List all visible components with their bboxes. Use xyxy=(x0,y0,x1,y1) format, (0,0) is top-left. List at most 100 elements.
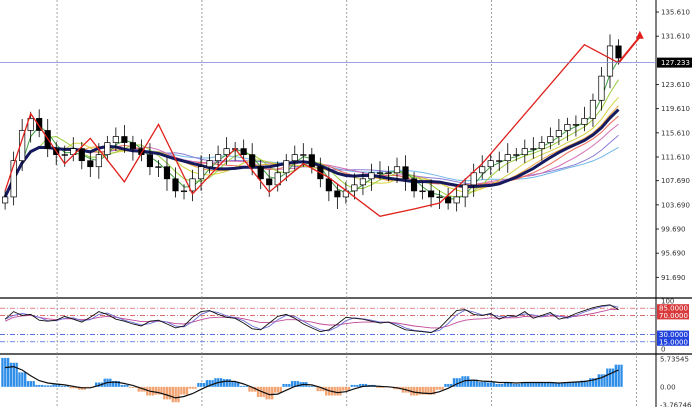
candle-body[interactable] xyxy=(223,148,230,155)
histogram-bar[interactable] xyxy=(478,382,481,387)
histogram-bar[interactable] xyxy=(32,381,35,387)
histogram-bar[interactable] xyxy=(38,384,41,387)
histogram-bar[interactable] xyxy=(4,357,7,387)
histogram-bar[interactable] xyxy=(290,381,294,387)
candle-body[interactable] xyxy=(146,154,154,168)
histogram-bar[interactable] xyxy=(492,382,495,387)
candle-body[interactable] xyxy=(291,154,298,162)
histogram-bar[interactable] xyxy=(234,382,237,387)
candle-body[interactable] xyxy=(121,136,128,143)
candle-body[interactable] xyxy=(206,160,213,168)
histogram-bar[interactable] xyxy=(489,382,493,387)
histogram-bar[interactable] xyxy=(356,384,359,387)
histogram-bar[interactable] xyxy=(495,383,498,387)
histogram-bar[interactable] xyxy=(606,368,609,387)
histogram-bar[interactable] xyxy=(15,362,18,387)
histogram-bar[interactable] xyxy=(248,386,251,392)
candle-body[interactable] xyxy=(504,154,511,162)
candle-body[interactable] xyxy=(215,154,222,162)
histogram-bar[interactable] xyxy=(29,381,33,387)
histogram-bar[interactable] xyxy=(282,383,285,387)
candle-body[interactable] xyxy=(538,142,545,149)
histogram-bar[interactable] xyxy=(498,383,501,387)
histogram-bar[interactable] xyxy=(350,384,353,387)
histogram-bar[interactable] xyxy=(333,386,336,396)
candle-body[interactable] xyxy=(513,154,520,156)
candle-body[interactable] xyxy=(240,148,247,155)
histogram-bar[interactable] xyxy=(239,385,243,387)
histogram-bar[interactable] xyxy=(154,386,157,395)
candle-body[interactable] xyxy=(581,118,588,125)
histogram-bar[interactable] xyxy=(191,386,194,389)
candle-body[interactable] xyxy=(419,190,426,193)
histogram-bar[interactable] xyxy=(126,384,129,387)
candle-body[interactable] xyxy=(334,190,341,198)
histogram-bar[interactable] xyxy=(271,386,274,400)
histogram-bar[interactable] xyxy=(600,374,603,387)
candle-body[interactable] xyxy=(61,154,68,156)
histogram-bar[interactable] xyxy=(120,384,123,387)
histogram-bar[interactable] xyxy=(339,386,342,396)
histogram-bar[interactable] xyxy=(285,383,288,387)
candle-body[interactable] xyxy=(385,172,392,174)
candle-body[interactable] xyxy=(112,136,119,143)
histogram-bar[interactable] xyxy=(526,382,529,387)
histogram-bar[interactable] xyxy=(486,382,490,387)
histogram-bar[interactable] xyxy=(455,378,458,387)
candle-body[interactable] xyxy=(402,166,409,180)
histogram-bar[interactable] xyxy=(177,386,180,403)
histogram-bar[interactable] xyxy=(501,383,504,387)
histogram-bar[interactable] xyxy=(231,382,234,387)
histogram-bar[interactable] xyxy=(614,364,618,387)
candle-body[interactable] xyxy=(470,172,477,186)
candle-body[interactable] xyxy=(266,178,273,186)
histogram-bar[interactable] xyxy=(609,368,612,387)
histogram-bar[interactable] xyxy=(447,383,450,387)
histogram-bar[interactable] xyxy=(344,386,348,391)
candle-body[interactable] xyxy=(410,178,418,192)
histogram-bar[interactable] xyxy=(415,386,419,396)
candle-body[interactable] xyxy=(155,166,162,168)
histogram-bar[interactable] xyxy=(307,385,311,387)
histogram-bar[interactable] xyxy=(21,372,24,387)
histogram-bar[interactable] xyxy=(268,386,271,400)
histogram-bar[interactable] xyxy=(52,384,55,387)
histogram-bar[interactable] xyxy=(336,386,339,396)
candle-body[interactable] xyxy=(95,154,102,168)
histogram-bar[interactable] xyxy=(546,382,549,387)
histogram-bar[interactable] xyxy=(543,382,547,387)
histogram-bar[interactable] xyxy=(197,382,200,387)
candle-body[interactable] xyxy=(564,124,571,131)
histogram-bar[interactable] xyxy=(185,386,189,395)
histogram-bar[interactable] xyxy=(18,372,21,387)
candle-body[interactable] xyxy=(351,184,358,192)
histogram-bar[interactable] xyxy=(26,381,30,387)
histogram-bar[interactable] xyxy=(242,385,246,387)
histogram-bar[interactable] xyxy=(49,385,52,387)
candle-body[interactable] xyxy=(197,166,205,180)
candle-body[interactable] xyxy=(598,75,605,101)
histogram-bar[interactable] xyxy=(288,383,291,387)
histogram-bar[interactable] xyxy=(165,386,169,400)
oscillator-panel[interactable]: 85.000070.000030.000015.00001000 xyxy=(0,298,689,354)
histogram-bar[interactable] xyxy=(413,386,416,396)
candle-body[interactable] xyxy=(487,160,494,168)
candle-body[interactable] xyxy=(547,136,554,143)
histogram-bar[interactable] xyxy=(611,368,615,387)
histogram-bar[interactable] xyxy=(222,379,226,387)
histogram-bar[interactable] xyxy=(555,383,558,387)
histogram-bar[interactable] xyxy=(560,383,564,387)
candle-body[interactable] xyxy=(589,99,597,119)
histogram-bar[interactable] xyxy=(55,384,58,387)
histogram-bar[interactable] xyxy=(589,378,592,387)
candle-body[interactable] xyxy=(530,148,537,150)
histogram-bar[interactable] xyxy=(174,386,177,403)
histogram-bar[interactable] xyxy=(225,379,228,387)
candle-body[interactable] xyxy=(555,130,562,137)
histogram-bar[interactable] xyxy=(200,382,203,387)
candle-body[interactable] xyxy=(615,45,622,59)
histogram-bar[interactable] xyxy=(512,383,515,387)
candle-body[interactable] xyxy=(368,172,375,180)
chart-canvas[interactable]: 85.000070.000030.000015.00001000 5.73545… xyxy=(0,0,692,407)
histogram-bar[interactable] xyxy=(194,386,197,389)
